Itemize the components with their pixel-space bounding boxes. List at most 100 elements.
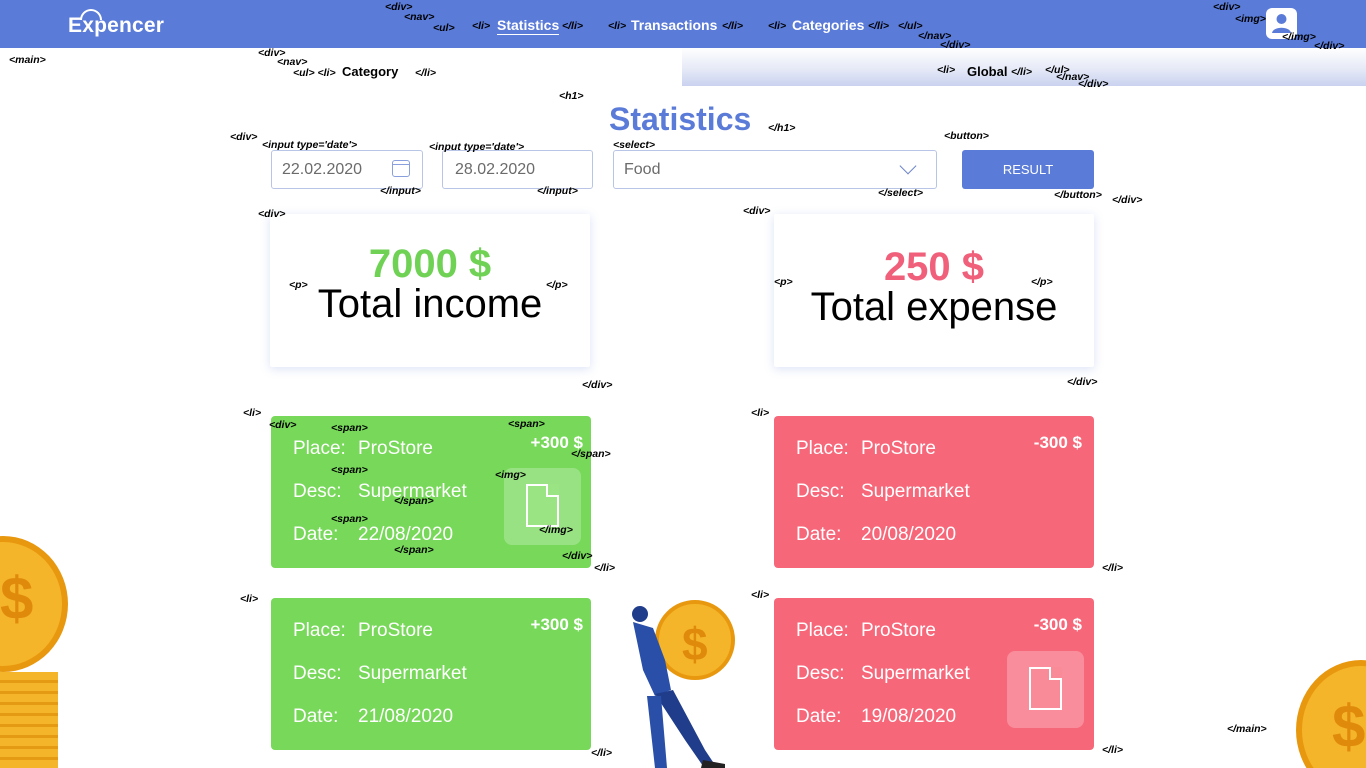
tag-label: <span>: [331, 464, 368, 476]
tag-label: <span>: [331, 422, 368, 434]
tag-label: <li>: [937, 64, 956, 76]
transaction-card[interactable]: Place: ProStore Desc: Supermarket Date: 21/…: [271, 598, 591, 750]
place-label: Place:: [796, 438, 849, 459]
place-label: Place:: [796, 620, 849, 641]
tag-label: </img>: [1282, 31, 1316, 43]
place-row: Place: ProStore: [293, 620, 433, 642]
tag-label: <li>: [751, 407, 770, 419]
tag-label: <h1>: [559, 90, 584, 102]
place-row: Place: ProStore: [293, 438, 433, 460]
tag-label: <span>: [508, 418, 545, 430]
tag-label: </main>: [1227, 723, 1267, 735]
date-value: 21/08/2020: [358, 706, 454, 727]
tag-label: </div>: [1112, 194, 1143, 206]
date-label: Date:: [293, 524, 339, 545]
date-row: Date: 21/08/2020: [293, 706, 453, 728]
desc-label: Desc:: [796, 481, 845, 502]
tag-label: </input>: [380, 185, 421, 197]
tag-label: </h1>: [768, 122, 796, 134]
tag-label: <img>: [1235, 13, 1266, 25]
nav-transactions[interactable]: Transactions: [631, 17, 717, 33]
tag-label: <li>: [243, 407, 262, 419]
tag-label: </div>: [1078, 78, 1109, 90]
date-label: Date:: [796, 524, 842, 545]
nav-categories[interactable]: Categories: [792, 17, 864, 33]
date-value: 22/08/2020: [358, 524, 454, 545]
income-summary-card: 7000 $ Total income: [270, 214, 590, 367]
expense-label: Total expense: [810, 285, 1058, 329]
tag-label: </p>: [1031, 276, 1053, 288]
nav-statistics[interactable]: Statistics: [497, 17, 560, 35]
desc-label: Desc:: [293, 663, 342, 684]
place-value: ProStore: [861, 438, 936, 459]
tag-label: <div>: [743, 205, 771, 217]
tag-label: <p>: [774, 276, 793, 288]
app-logo[interactable]: Expencer: [68, 14, 164, 38]
tag-label: </li>: [722, 20, 744, 32]
transaction-amount: +300 $: [530, 615, 583, 634]
tag-label: <div>: [230, 131, 258, 143]
transaction-card[interactable]: Place: ProStore Desc: Supermarket Date: 20/…: [774, 416, 1094, 568]
tag-label: </li>: [562, 20, 584, 32]
tag-label: <li>: [768, 20, 787, 32]
tag-label: </span>: [571, 448, 611, 460]
tag-label: <ul>: [433, 22, 455, 34]
transaction-card[interactable]: Place: ProStore Desc: Supermarket Date: 19/…: [774, 598, 1094, 750]
tag-label: </div>: [582, 379, 613, 391]
place-row: Place: ProStore: [796, 620, 936, 642]
tag-label: <div>: [1213, 1, 1241, 13]
income-label: Total income: [317, 282, 543, 326]
tag-label: <main>: [9, 54, 46, 66]
tag-label: </span>: [394, 544, 434, 556]
tag-label: <img>: [495, 469, 526, 481]
svg-text:$: $: [682, 618, 708, 670]
date-row: Date: 19/08/2020: [796, 706, 956, 728]
desc-row: Desc: Supermarket: [796, 663, 970, 685]
desc-value: Supermarket: [861, 481, 970, 502]
place-value: ProStore: [358, 620, 433, 641]
tag-label: <p>: [289, 279, 308, 291]
tag-label: <select>: [613, 139, 656, 151]
transaction-amount: -300 $: [1033, 615, 1082, 634]
tag-label: </p>: [546, 279, 568, 291]
tag-label: <span>: [331, 513, 368, 525]
document-icon: [526, 484, 559, 527]
date-value: 20/08/2020: [861, 524, 957, 545]
date-to-input[interactable]: 28.02.2020: [442, 150, 593, 189]
subnav-global[interactable]: Global: [967, 64, 1007, 79]
tag-label: </div>: [1067, 376, 1098, 388]
tag-label: <div>: [258, 208, 286, 220]
subnav-category[interactable]: Category: [342, 64, 398, 79]
page-title: Statistics: [609, 101, 752, 137]
tag-label: </div>: [940, 39, 971, 51]
place-value: ProStore: [861, 620, 936, 641]
category-select[interactable]: Food: [613, 150, 937, 189]
date-value: 19/08/2020: [861, 706, 957, 727]
calendar-icon[interactable]: [392, 160, 410, 177]
tag-label: </select>: [878, 187, 923, 199]
tag-label: <input type='date'>: [262, 139, 358, 151]
expense-summary-card: 250 $ Total expense: [774, 214, 1094, 367]
coin-icon: $: [1296, 660, 1366, 768]
person-carrying-coin-illustration: $: [632, 600, 735, 768]
place-label: Place:: [293, 620, 346, 641]
date-label: Date:: [293, 706, 339, 727]
tag-label: <li>: [751, 589, 770, 601]
tag-label: <li>: [608, 20, 627, 32]
result-button[interactable]: RESULT: [962, 150, 1094, 189]
tag-label: <li>: [472, 20, 491, 32]
desc-label: Desc:: [293, 481, 342, 502]
desc-row: Desc: Supermarket: [796, 481, 970, 503]
date-row: Date: 20/08/2020: [796, 524, 956, 546]
tag-label: </button>: [1054, 189, 1102, 201]
tag-label: </li>: [1102, 744, 1124, 756]
tag-label: </img>: [539, 524, 573, 536]
receipt-thumbnail[interactable]: [1007, 651, 1084, 728]
date-row: Date: 22/08/2020: [293, 524, 453, 546]
subnav-left: [0, 48, 682, 86]
desc-row: Desc: Supermarket: [293, 663, 467, 685]
tag-label: </li>: [1102, 562, 1124, 574]
tag-label: </span>: [394, 495, 434, 507]
document-icon: [1029, 667, 1062, 710]
tag-label: <input type='date'>: [429, 141, 525, 153]
